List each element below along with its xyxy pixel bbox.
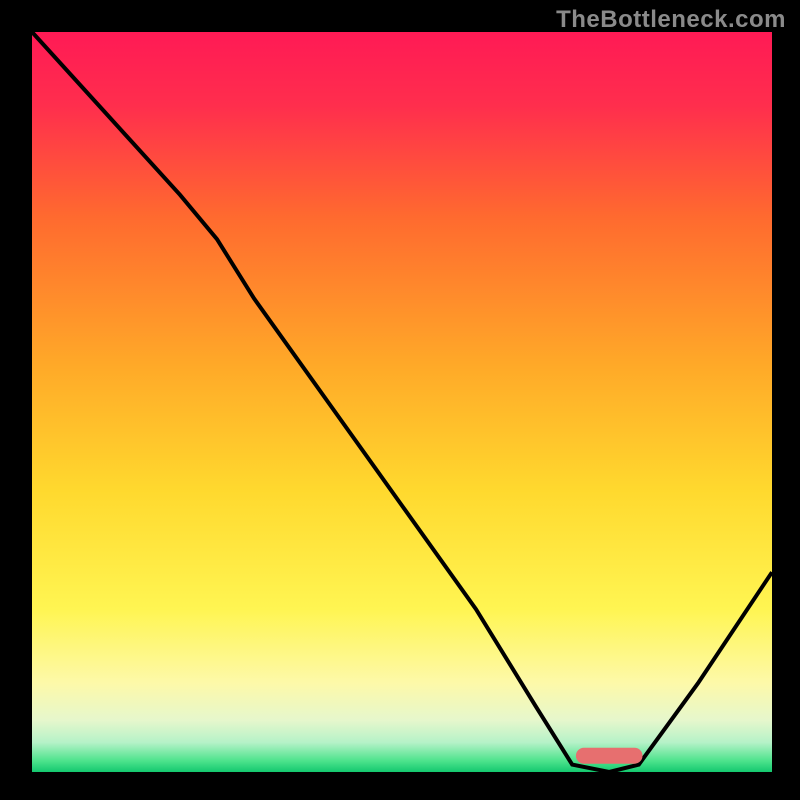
optimum-marker	[576, 748, 643, 764]
plot-area	[32, 32, 772, 772]
watermark-text: TheBottleneck.com	[556, 6, 786, 34]
chart-svg	[0, 0, 800, 800]
chart-frame: TheBottleneck.com	[0, 0, 800, 800]
